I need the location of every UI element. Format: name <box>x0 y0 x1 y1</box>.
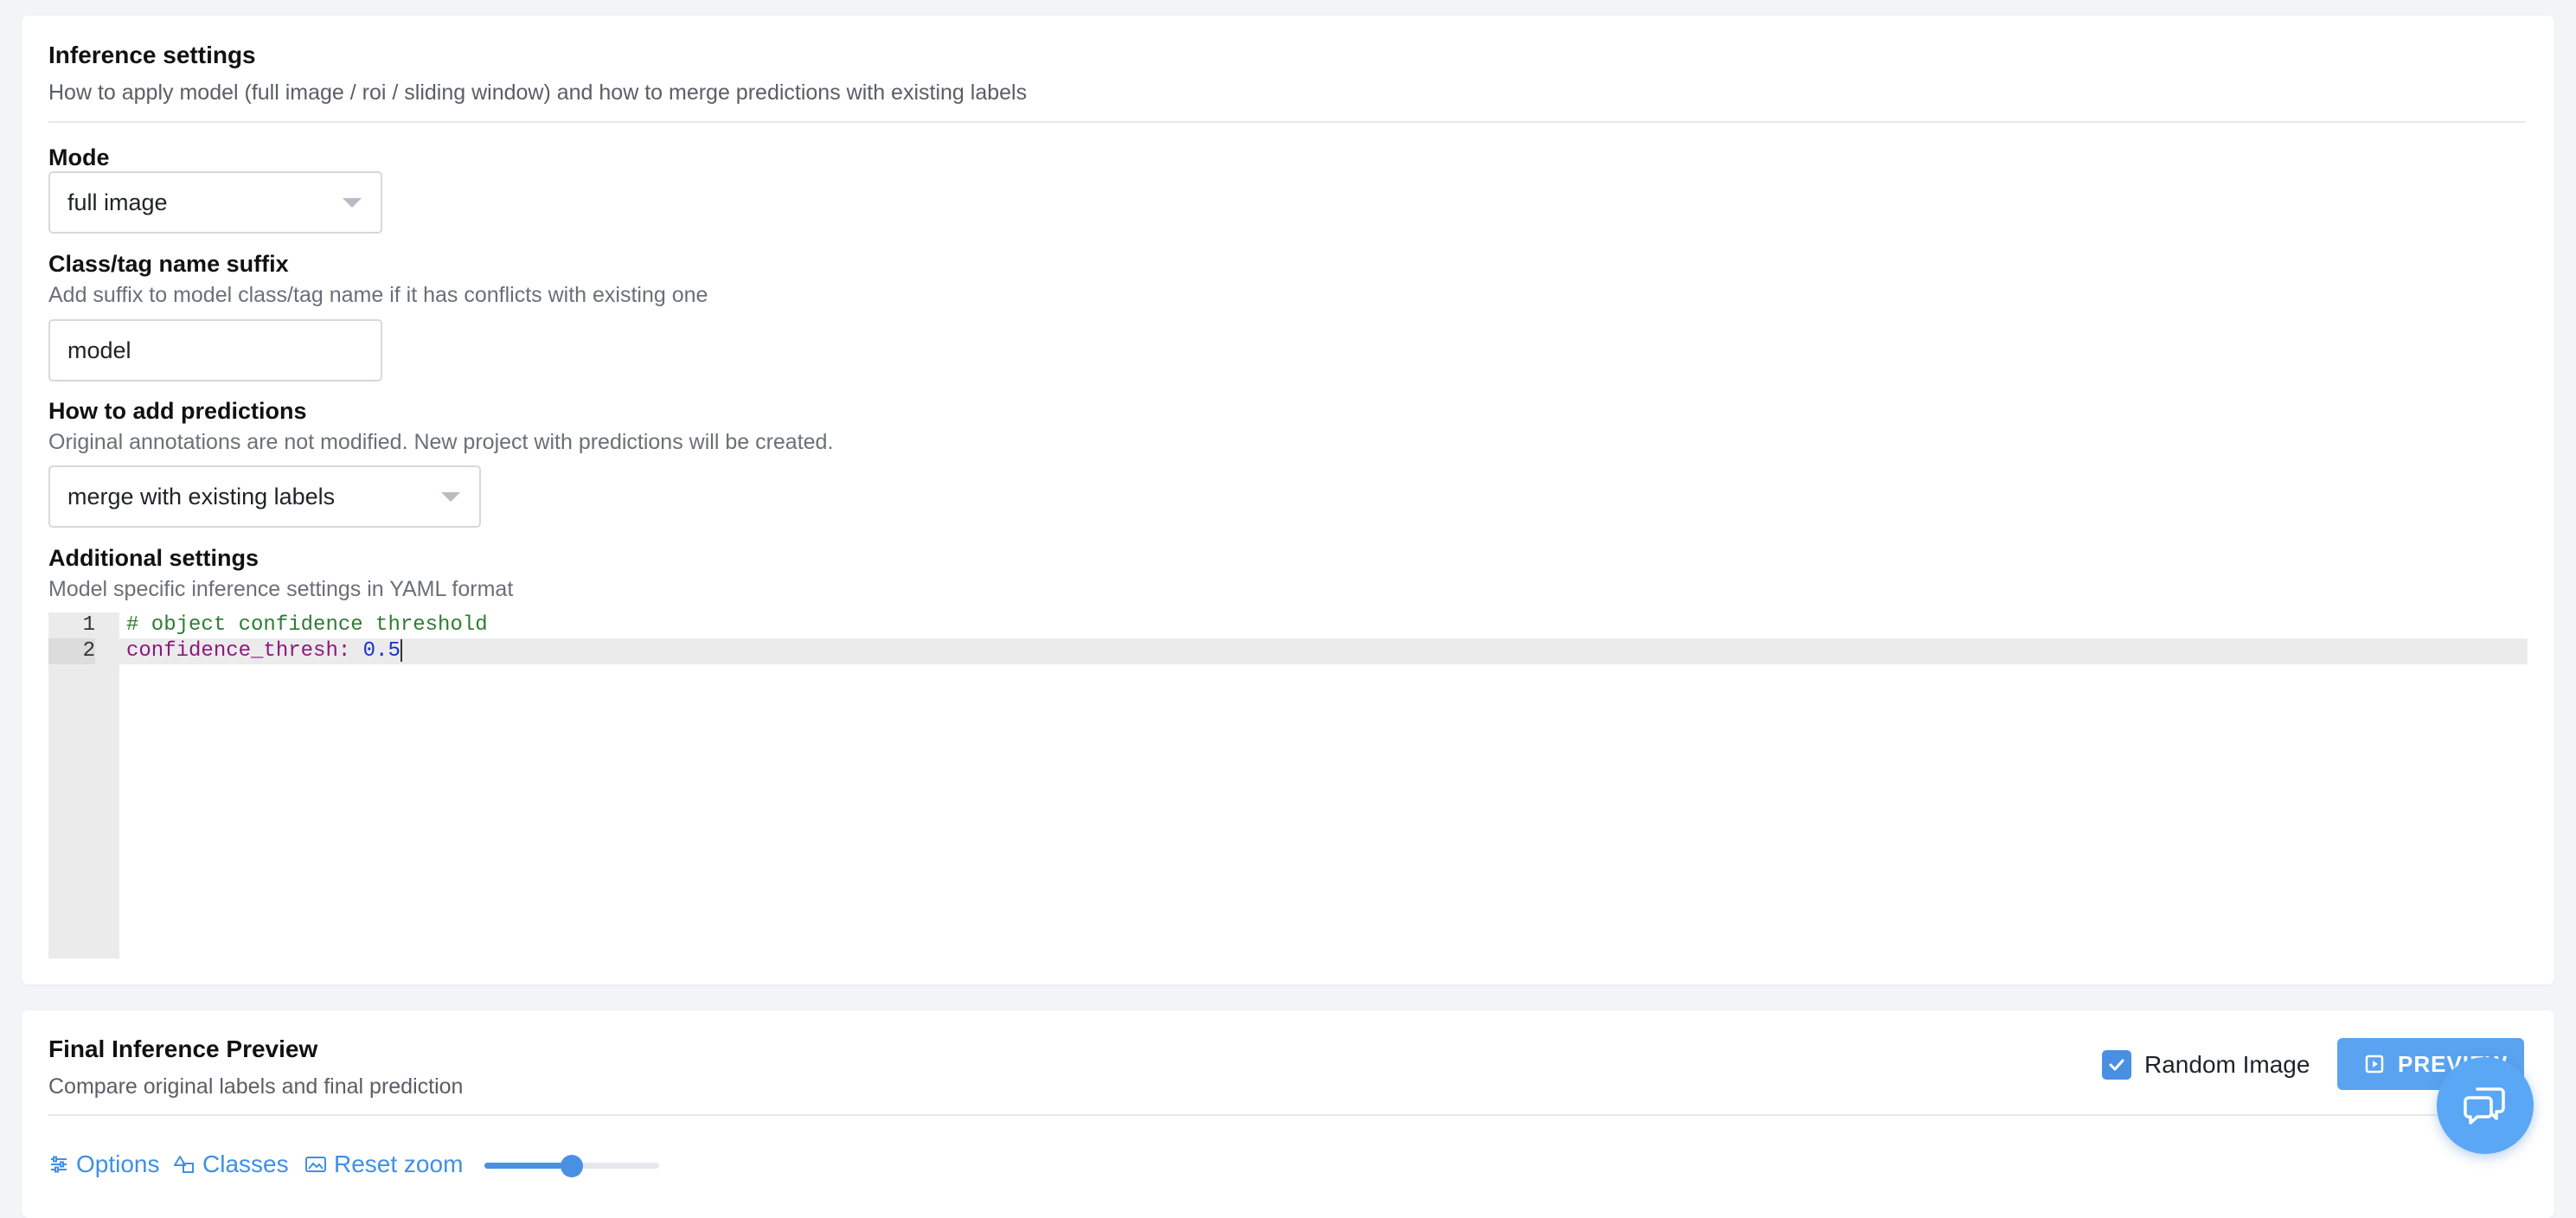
chevron-down-icon <box>343 198 362 208</box>
suffix-description: Add suffix to model class/tag name if it… <box>48 283 708 307</box>
predictions-select-value: merge with existing labels <box>67 483 336 510</box>
suffix-input-value: model <box>67 337 131 363</box>
additional-settings-description: Model specific inference settings in YAM… <box>48 577 514 601</box>
check-icon <box>2109 1059 2124 1071</box>
yaml-editor[interactable]: 1 # object confidence threshold 2 confid… <box>48 612 2528 958</box>
random-image-label[interactable]: Random Image <box>2144 1051 2310 1079</box>
sliders-icon <box>51 1156 67 1173</box>
suffix-input[interactable]: model <box>48 319 382 381</box>
line-number: 2 <box>48 638 95 664</box>
inference-settings-subtitle: How to apply model (full image / roi / s… <box>48 80 1028 105</box>
mode-select[interactable]: full image <box>48 171 382 234</box>
text-cursor <box>400 638 402 662</box>
play-square-icon <box>2365 1055 2384 1074</box>
image-icon <box>305 1157 326 1172</box>
zoom-slider-thumb[interactable] <box>561 1155 583 1177</box>
editor-gutter <box>48 612 119 958</box>
code-comment: # object confidence threshold <box>126 613 488 637</box>
mode-label: Mode <box>48 144 110 170</box>
predictions-select[interactable]: merge with existing labels <box>48 465 481 528</box>
reset-zoom-label: Reset zoom <box>334 1151 464 1177</box>
random-image-checkbox[interactable] <box>2102 1050 2131 1080</box>
chat-button[interactable] <box>2437 1057 2534 1154</box>
classes-label: Classes <box>202 1151 289 1177</box>
chevron-down-icon <box>441 492 460 502</box>
editor-line[interactable]: 1 # object confidence threshold <box>48 612 2528 638</box>
chat-icon <box>2464 1087 2505 1125</box>
inference-settings-title: Inference settings <box>48 42 256 68</box>
predictions-description: Original annotations are not modified. N… <box>48 430 834 454</box>
preview-title: Final Inference Preview <box>48 1035 318 1062</box>
yaml-key: confidence_thresh: <box>126 639 351 663</box>
mode-select-value: full image <box>67 189 168 215</box>
additional-settings-label: Additional settings <box>48 545 259 571</box>
code-line: confidence_thresh: 0.5 <box>126 638 402 664</box>
predictions-label: How to add predictions <box>48 398 307 424</box>
divider <box>48 121 2526 123</box>
reset-zoom-link[interactable]: Reset zoom <box>304 1151 463 1178</box>
yaml-value: 0.5 <box>362 639 400 663</box>
divider <box>48 1114 2526 1116</box>
line-number: 1 <box>82 613 95 637</box>
suffix-label: Class/tag name suffix <box>48 251 289 277</box>
shapes-icon <box>174 1156 194 1173</box>
zoom-slider-fill <box>484 1163 572 1169</box>
options-link[interactable]: Options <box>48 1151 160 1178</box>
preview-subtitle: Compare original labels and final predic… <box>48 1074 464 1099</box>
classes-link[interactable]: Classes <box>173 1151 289 1178</box>
options-label: Options <box>76 1151 160 1177</box>
editor-line-active[interactable]: 2 confidence_thresh: 0.5 <box>48 638 2528 664</box>
